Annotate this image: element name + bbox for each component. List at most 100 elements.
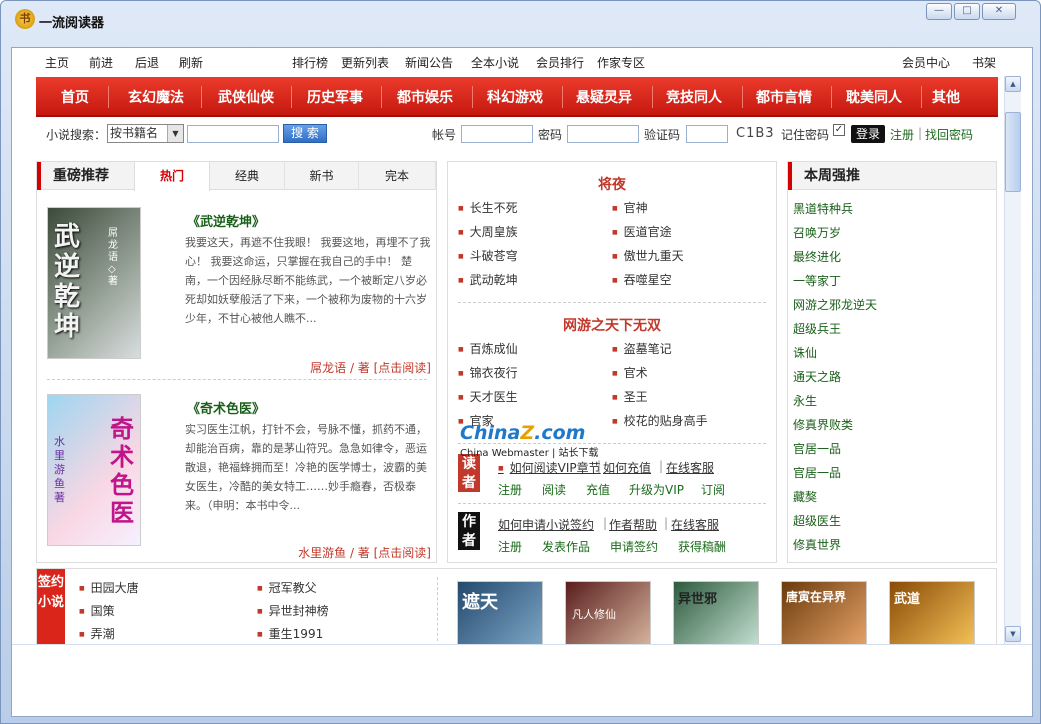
author-step[interactable]: 发表作品 — [542, 538, 590, 555]
list-item[interactable]: 黑道特种兵 — [793, 200, 853, 217]
list-item[interactable]: 医道官途 — [612, 223, 672, 240]
search-type-select[interactable]: 按书籍名 ▼ — [107, 124, 184, 143]
book-title[interactable]: 《武逆乾坤》 — [187, 211, 265, 230]
help-link[interactable]: 如何申请小说签约 — [498, 516, 594, 533]
list-item[interactable]: 官居一品 — [793, 464, 841, 481]
list-item[interactable]: 盗墓笔记 — [612, 340, 672, 357]
scroll-down-arrow-icon[interactable]: ▼ — [1005, 626, 1021, 642]
list-item[interactable]: 诛仙 — [793, 344, 817, 361]
close-button[interactable]: ✕ — [982, 3, 1016, 20]
reader-step[interactable]: 阅读 — [542, 481, 566, 498]
nav-author-zone[interactable]: 作家专区 — [597, 54, 645, 71]
book-thumbnail[interactable]: 异世邪 — [673, 581, 759, 644]
maximize-button[interactable]: □ — [954, 3, 980, 20]
remember-checkbox[interactable]: ✓ — [833, 124, 845, 136]
nav-member-center[interactable]: 会员中心 — [902, 54, 950, 71]
login-button[interactable]: 登录 — [851, 125, 885, 143]
reader-step[interactable]: 注册 — [498, 481, 522, 498]
tab-new[interactable]: 新书 — [285, 162, 359, 190]
list-item[interactable]: 长生不死 — [458, 199, 518, 216]
author-step[interactable]: 注册 — [498, 538, 522, 555]
list-item[interactable]: 圣王 — [612, 388, 648, 405]
list-item[interactable]: 锦衣夜行 — [458, 364, 518, 381]
list-item[interactable]: 官术 — [612, 364, 648, 381]
minimize-button[interactable]: — — [926, 3, 952, 20]
help-link[interactable]: 如何阅读VIP章节 — [498, 459, 601, 476]
list-item[interactable]: 傲世九重天 — [612, 247, 684, 264]
book-thumbnail[interactable]: 唐寅在异界 — [781, 581, 867, 644]
list-item[interactable]: 超级医生 — [793, 512, 841, 529]
list-item[interactable]: 通天之路 — [793, 368, 841, 385]
scroll-up-arrow-icon[interactable]: ▲ — [1005, 76, 1021, 92]
help-link[interactable]: 在线客服 — [671, 516, 719, 533]
reader-step[interactable]: 订阅 — [701, 481, 725, 498]
book-cover[interactable]: 武逆乾坤 屌龙语 ◇ 著 — [47, 207, 141, 359]
list-item[interactable]: 冠军教父 — [257, 579, 317, 596]
category-scifi-games[interactable]: 科幻游戏 — [475, 87, 555, 107]
title-bar[interactable]: 书 一流阅读器 — □ ✕ — [1, 1, 1040, 31]
section-title[interactable]: 网游之天下无双 — [448, 315, 776, 335]
help-link[interactable]: 如何充值 — [603, 459, 651, 476]
list-item[interactable]: 百炼成仙 — [458, 340, 518, 357]
search-button[interactable]: 搜 索 — [283, 124, 327, 143]
list-item[interactable]: 一等家丁 — [793, 272, 841, 289]
book-author-read[interactable]: 水里游鱼 / 著 [点击阅读] — [298, 544, 431, 561]
category-suspense[interactable]: 悬疑灵异 — [564, 87, 644, 107]
list-item[interactable]: 重生1991 — [257, 625, 324, 642]
scrollbar-thumb[interactable] — [1005, 112, 1021, 192]
nav-refresh[interactable]: 刷新 — [179, 54, 203, 71]
book-thumbnail[interactable]: 遮天 — [457, 581, 543, 644]
category-romance[interactable]: 都市言情 — [744, 87, 824, 107]
list-item[interactable]: 武动乾坤 — [458, 271, 518, 288]
section-title[interactable]: 将夜 — [448, 174, 776, 194]
list-item[interactable]: 修真世界 — [793, 536, 841, 553]
list-item[interactable]: 田园大唐 — [79, 579, 139, 596]
category-home[interactable]: 首页 — [50, 87, 100, 107]
list-item[interactable]: 大周皇族 — [458, 223, 518, 240]
nav-back[interactable]: 后退 — [135, 54, 159, 71]
nav-forward[interactable]: 前进 — [89, 54, 113, 71]
list-item[interactable]: 超级兵王 — [793, 320, 841, 337]
list-item[interactable]: 官居一品 — [793, 440, 841, 457]
reader-step[interactable]: 升级为VIP — [629, 481, 684, 498]
list-item[interactable]: 最终进化 — [793, 248, 841, 265]
recover-password-link[interactable]: 找回密码 — [925, 126, 973, 143]
nav-bookshelf[interactable]: 书架 — [972, 54, 996, 71]
category-urban-entertainment[interactable]: 都市娱乐 — [385, 87, 465, 107]
list-item[interactable]: 国策 — [79, 602, 115, 619]
chevron-down-icon[interactable]: ▼ — [167, 125, 183, 142]
list-item[interactable]: 吞噬星空 — [612, 271, 672, 288]
list-item[interactable]: 天才医生 — [458, 388, 518, 405]
tab-classic[interactable]: 经典 — [210, 162, 285, 190]
nav-complete-novels[interactable]: 全本小说 — [471, 54, 519, 71]
book-title[interactable]: 《奇术色医》 — [187, 398, 265, 417]
nav-home[interactable]: 主页 — [45, 54, 69, 71]
nav-update-list[interactable]: 更新列表 — [341, 54, 389, 71]
category-fantasy-magic[interactable]: 玄幻魔法 — [116, 87, 196, 107]
help-link[interactable]: 在线客服 — [666, 459, 714, 476]
list-item[interactable]: 官家 — [458, 412, 494, 429]
list-item[interactable]: 校花的贴身高手 — [612, 412, 708, 429]
category-bl[interactable]: 耽美同人 — [834, 87, 914, 107]
nav-ranking[interactable]: 排行榜 — [292, 54, 328, 71]
list-item[interactable]: 网游之邪龙逆天 — [793, 296, 877, 313]
tab-hot[interactable]: 热门 — [134, 162, 210, 191]
nav-news[interactable]: 新闻公告 — [405, 54, 453, 71]
reader-step[interactable]: 充值 — [586, 481, 610, 498]
category-other[interactable]: 其他 — [926, 87, 966, 107]
vertical-scrollbar[interactable]: ▲ ▼ — [1004, 76, 1021, 644]
list-item[interactable]: 永生 — [793, 392, 817, 409]
list-item[interactable]: 官神 — [612, 199, 648, 216]
book-author-read[interactable]: 屌龙语 / 著 [点击阅读] — [310, 359, 431, 376]
nav-member-ranking[interactable]: 会员排行 — [536, 54, 584, 71]
account-input[interactable] — [461, 125, 533, 143]
book-thumbnail[interactable]: 武道 — [889, 581, 975, 644]
category-wuxia[interactable]: 武侠仙侠 — [206, 87, 286, 107]
category-sports-fanfic[interactable]: 竞技同人 — [654, 87, 734, 107]
book-cover[interactable]: 奇术色医 水里游鱼著 — [47, 394, 141, 546]
list-item[interactable]: 斗破苍穹 — [458, 247, 518, 264]
author-step[interactable]: 获得稿酬 — [678, 538, 726, 555]
register-link[interactable]: 注册 — [890, 126, 914, 143]
search-input[interactable] — [187, 125, 279, 143]
list-item[interactable]: 修真界败类 — [793, 416, 853, 433]
